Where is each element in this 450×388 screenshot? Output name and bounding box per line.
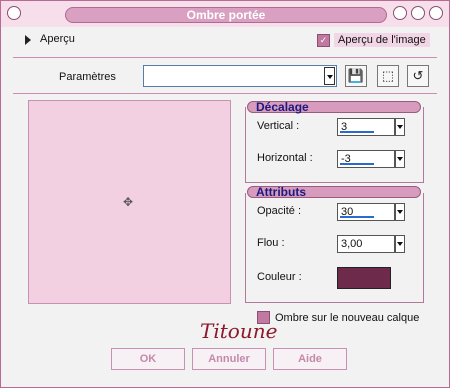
checkbox-check-icon[interactable]: ✓ <box>317 33 330 47</box>
vertical-slider[interactable] <box>340 131 374 133</box>
reset-button[interactable]: ↺ <box>407 65 429 87</box>
divider <box>13 57 437 58</box>
preview-image-checkbox[interactable]: ✓ Aperçu de l'image <box>317 32 430 48</box>
opacity-spin-icon[interactable] <box>395 203 405 221</box>
blur-spin-icon[interactable] <box>395 235 405 253</box>
color-label: Couleur : <box>257 271 302 283</box>
horizontal-input[interactable]: -3 <box>337 150 395 168</box>
close-icon[interactable] <box>429 6 443 20</box>
vertical-spin-icon[interactable] <box>395 118 405 136</box>
reset-icon: ↺ <box>412 68 424 83</box>
attributs-title: Attributs <box>256 185 306 199</box>
cancel-button[interactable]: Annuler <box>192 348 266 370</box>
color-swatch[interactable] <box>337 267 391 289</box>
opacity-slider[interactable] <box>340 216 374 218</box>
vertical-label: Vertical : <box>257 120 300 132</box>
horizontal-spin-icon[interactable] <box>395 150 405 168</box>
attributs-header: Attributs <box>247 185 421 199</box>
vertical-input[interactable]: 3 <box>337 118 395 136</box>
horizontal-label: Horizontal : <box>257 152 313 164</box>
signature-logo: Titoune <box>200 319 278 343</box>
help-button[interactable]: Aide <box>273 348 347 370</box>
parameters-label: Paramètres <box>59 71 116 83</box>
cube-icon: ⬚ <box>381 68 395 83</box>
expand-preview-icon[interactable] <box>25 35 31 45</box>
opacity-label: Opacité : <box>257 205 302 217</box>
opacity-input[interactable]: 30 <box>337 203 395 221</box>
crosshair-icon[interactable]: ✥ <box>123 196 135 208</box>
minimize-icon[interactable] <box>393 6 407 20</box>
decalage-title: Décalage <box>256 100 309 114</box>
blur-input[interactable]: 3,00 <box>337 235 395 253</box>
divider <box>13 93 437 94</box>
blur-label: Flou : <box>257 237 285 249</box>
system-menu-icon[interactable] <box>7 6 21 20</box>
dialog-window: Ombre portée Aperçu ✓ Aperçu de l'image … <box>0 0 450 388</box>
shadow-layer-label: Ombre sur le nouveau calque <box>275 311 420 324</box>
preview-image-label: Aperçu de l'image <box>334 33 430 47</box>
preset-combobox[interactable] <box>143 65 337 87</box>
decalage-header: Décalage <box>247 100 421 114</box>
blur-value: 3,00 <box>341 238 363 250</box>
save-icon: 💾 <box>347 68 365 83</box>
ok-button[interactable]: OK <box>111 348 185 370</box>
title-bar[interactable]: Ombre portée <box>1 1 449 27</box>
horizontal-slider[interactable] <box>340 163 374 165</box>
preview-toggle-label[interactable]: Aperçu <box>40 33 75 45</box>
chevron-down-icon[interactable] <box>324 67 335 85</box>
preview-pane[interactable]: ✥ <box>28 100 231 304</box>
save-preset-button[interactable]: 💾 <box>345 65 367 87</box>
window-title: Ombre portée <box>65 7 387 23</box>
load-preset-button[interactable]: ⬚ <box>377 65 399 87</box>
help-icon[interactable] <box>411 6 425 20</box>
shadow-layer-checkbox[interactable]: Ombre sur le nouveau calque <box>257 311 419 324</box>
